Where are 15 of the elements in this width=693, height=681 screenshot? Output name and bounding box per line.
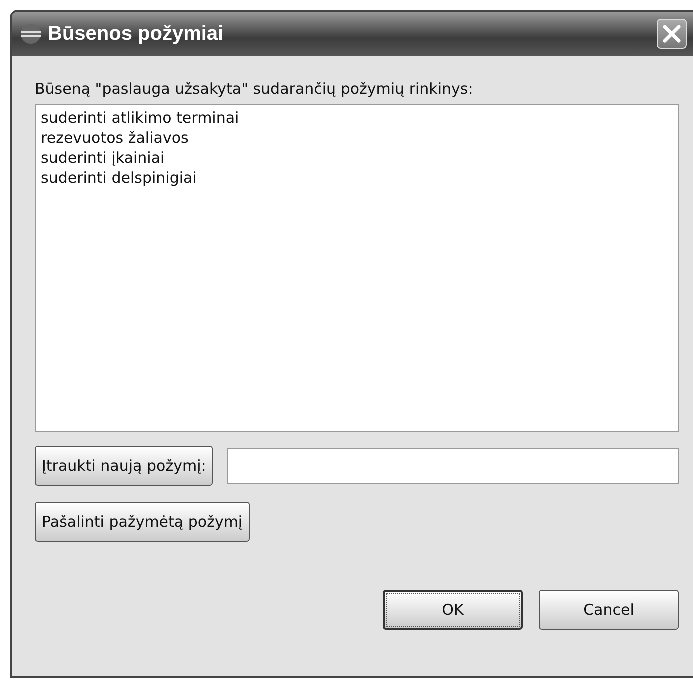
list-label: Būseną "paslauga užsakyta" sudarančių požymių rinkinys: bbox=[35, 80, 474, 98]
close-button[interactable] bbox=[657, 19, 687, 49]
window-title: Būsenos požymiai bbox=[48, 22, 225, 46]
list-item[interactable]: suderinti įkainiai bbox=[41, 148, 673, 168]
list-item[interactable]: rezevuotos žaliavos bbox=[41, 128, 673, 148]
attribute-list[interactable]: suderinti atlikimo terminai rezevuotos žaliavos suderinti įkainiai suderinti delspinigiai bbox=[35, 104, 679, 432]
close-icon bbox=[661, 23, 683, 45]
new-attribute-field[interactable] bbox=[227, 448, 679, 484]
remove-button[interactable]: Pašalinti pažymėtą požymį bbox=[35, 502, 250, 542]
add-button[interactable]: Įtraukti naują požymį: bbox=[35, 446, 214, 486]
list-item[interactable]: suderinti atlikimo terminai bbox=[41, 108, 673, 128]
ok-button[interactable]: OK bbox=[383, 590, 523, 630]
app-icon bbox=[20, 23, 42, 45]
list-item[interactable]: suderinti delspinigiai bbox=[41, 168, 673, 188]
cancel-button[interactable]: Cancel bbox=[539, 590, 679, 630]
